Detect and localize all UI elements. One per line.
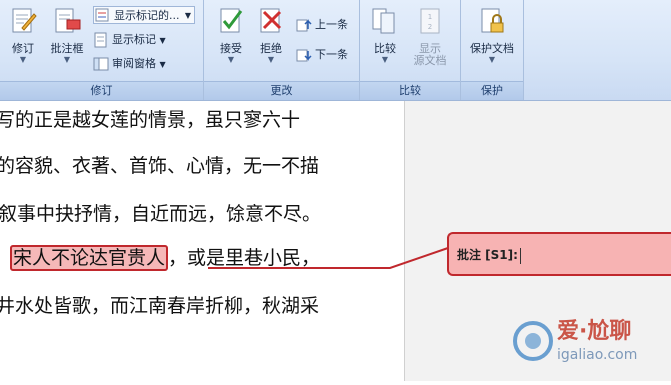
protect-document-button[interactable]: 保护文档 ▼: [465, 4, 519, 72]
comment-connector-line: [208, 247, 449, 269]
chevron-down-icon: ▼: [488, 55, 496, 64]
reviewing-pane-icon: [93, 57, 109, 71]
comment-label: 批注 [S1]:: [457, 246, 521, 264]
previous-change-button[interactable]: 上一条: [296, 16, 348, 34]
protect-group-label: 保护: [461, 81, 523, 100]
reject-button[interactable]: 拒绝 ▼: [250, 4, 292, 72]
reject-icon: [260, 8, 282, 33]
compare-button[interactable]: 比较 ▼: [364, 4, 406, 72]
source-documents-icon: 1 2: [420, 8, 440, 34]
chevron-down-icon: ▼: [184, 11, 191, 20]
chevron-down-icon: ▼: [63, 55, 71, 64]
track-changes-label: 修订: [12, 42, 34, 55]
chevron-down-icon: ▼: [381, 55, 389, 64]
compare-label: 比较: [374, 42, 396, 55]
document-line: 叙事中抉抒情，自近而远，馀意不尽。: [0, 203, 322, 225]
accept-button[interactable]: 接受 ▼: [210, 4, 252, 72]
accept-icon: [220, 8, 243, 33]
document-line: 井水处皆歌，而江南春岸折柳，秋湖采: [0, 295, 320, 317]
svg-text:1: 1: [428, 13, 432, 21]
compare-group: 比较 ▼ 1 2 显示 源文档 比较: [360, 0, 461, 100]
tracking-group: 修订 ▼ 批注框 ▼ 显示标记的... ▼ 显示标记 ▼ 审阅窗格 ▼ 修订: [0, 0, 204, 100]
next-change-button[interactable]: 下一条: [296, 46, 348, 64]
track-changes-button[interactable]: 修订 ▼: [2, 4, 44, 72]
chevron-down-icon: ▼: [227, 55, 235, 64]
show-source-documents-button[interactable]: 1 2 显示 源文档: [406, 4, 454, 72]
lock-icon: [481, 8, 504, 33]
changes-group: 接受 ▼ 拒绝 ▼ 上一条 下一条 更改: [204, 0, 360, 100]
previous-arrow-icon: [296, 19, 312, 32]
document-line: 写的正是越女莲的情景，虽只寥六十: [0, 109, 301, 131]
watermark-url: igaliao.com: [557, 347, 638, 363]
commented-text-highlight[interactable]: 宋人不论达官贵人: [10, 245, 169, 271]
tracking-group-label: 修订: [0, 81, 203, 100]
chevron-down-icon: ▼: [19, 55, 27, 64]
show-markup-button[interactable]: 显示标记 ▼: [93, 31, 166, 49]
new-comment-label: 批注框: [50, 42, 84, 55]
markup-view-icon: [95, 8, 109, 22]
show-markup-icon: [94, 32, 107, 48]
chevron-down-icon: ▼: [159, 36, 166, 45]
reviewing-pane-button[interactable]: 审阅窗格 ▼: [93, 55, 166, 73]
watermark-title: 爱·尬聊: [557, 319, 632, 344]
comment-balloon-icon: [55, 8, 81, 33]
svg-text:2: 2: [428, 23, 432, 31]
chevron-down-icon: ▼: [267, 55, 275, 64]
chevron-down-icon: ▼: [159, 60, 166, 69]
next-arrow-icon: [296, 49, 312, 62]
reject-label: 拒绝: [260, 42, 282, 55]
document-line: 的容貌、衣著、首饰、心情，无一不描: [0, 155, 320, 177]
text-cursor: [519, 247, 521, 264]
comment-balloon[interactable]: 批注 [S1]:: [447, 232, 671, 276]
accept-label: 接受: [220, 42, 242, 55]
changes-group-label: 更改: [204, 81, 359, 100]
new-comment-button[interactable]: 批注框 ▼: [44, 4, 90, 72]
compare-icon: [372, 8, 395, 34]
protect-document-label: 保护文档: [470, 42, 514, 55]
site-watermark: 爱·尬聊 igaliao.com: [505, 305, 671, 381]
review-ribbon: 修订 ▼ 批注框 ▼ 显示标记的... ▼ 显示标记 ▼ 审阅窗格 ▼ 修订 接…: [0, 0, 671, 101]
compare-group-label: 比较: [360, 81, 460, 100]
track-changes-icon: [12, 8, 37, 33]
protect-group: 保护文档 ▼ 保护: [461, 0, 524, 100]
